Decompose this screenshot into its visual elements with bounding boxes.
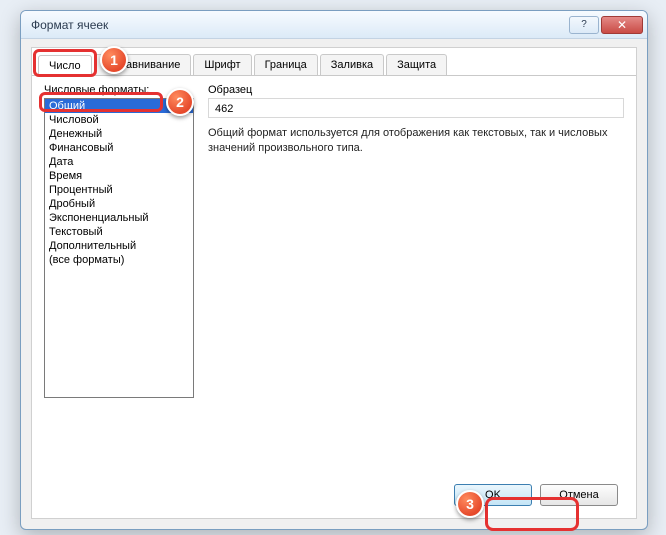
list-item[interactable]: Экспоненциальный <box>45 211 193 225</box>
annotation-badge: 3 <box>456 490 484 518</box>
tab-font[interactable]: Шрифт <box>193 54 251 75</box>
list-item[interactable]: Дробный <box>45 197 193 211</box>
help-button[interactable]: ? <box>569 16 599 34</box>
list-item-label: Дробный <box>49 198 95 210</box>
format-description: Общий формат используется для отображени… <box>208 126 618 156</box>
annotation-badge: 1 <box>100 46 128 74</box>
tab-label: Заливка <box>331 59 373 71</box>
tab-label: Защита <box>397 59 436 71</box>
sample-value: 462 <box>208 98 624 118</box>
cancel-button[interactable]: Отмена <box>540 484 618 506</box>
button-label: OK <box>485 489 501 501</box>
tab-label: Граница <box>265 59 307 71</box>
button-label: Отмена <box>559 489 598 501</box>
sample-label: Образец <box>208 84 624 96</box>
list-item-label: Текстовый <box>49 226 103 238</box>
close-icon: ✕ <box>617 18 627 32</box>
tab-number[interactable]: Число <box>38 55 92 76</box>
list-item-label: Денежный <box>49 128 102 140</box>
list-item-label: Экспоненциальный <box>49 212 149 224</box>
list-item-label: Дополнительный <box>49 240 136 252</box>
tab-border[interactable]: Граница <box>254 54 318 75</box>
client-area: Число Выравнивание Шрифт Граница Заливка… <box>31 47 637 519</box>
list-item[interactable]: Денежный <box>45 127 193 141</box>
help-icon: ? <box>581 19 587 30</box>
tab-content: Числовые форматы: Общий Числовой Денежны… <box>32 76 636 406</box>
tab-label: Шрифт <box>204 59 240 71</box>
list-item-label: Финансовый <box>49 142 113 154</box>
format-column: Числовые форматы: Общий Числовой Денежны… <box>44 84 194 398</box>
list-item[interactable]: Дополнительный <box>45 239 193 253</box>
tab-fill[interactable]: Заливка <box>320 54 384 75</box>
list-item[interactable]: Финансовый <box>45 141 193 155</box>
close-button[interactable]: ✕ <box>601 16 643 34</box>
formats-listbox[interactable]: Общий Числовой Денежный Финансовый Дата … <box>44 98 194 398</box>
list-item-label: Числовой <box>49 114 99 126</box>
window-title: Формат ячеек <box>31 18 567 32</box>
tab-protection[interactable]: Защита <box>386 54 447 75</box>
list-item[interactable]: (все форматы) <box>45 253 193 267</box>
list-item-label: (все форматы) <box>49 254 124 266</box>
preview-column: Образец 462 Общий формат используется дл… <box>208 84 624 398</box>
list-item-label: Общий <box>49 100 85 112</box>
dialog-window: Формат ячеек ? ✕ Число Выравнивание Шриф… <box>20 10 648 530</box>
list-item-label: Время <box>49 170 82 182</box>
list-item[interactable]: Текстовый <box>45 225 193 239</box>
list-item[interactable]: Дата <box>45 155 193 169</box>
list-item[interactable]: Процентный <box>45 183 193 197</box>
list-item-label: Процентный <box>49 184 113 196</box>
list-item[interactable]: Время <box>45 169 193 183</box>
list-item-label: Дата <box>49 156 73 168</box>
list-item[interactable]: Числовой <box>45 113 193 127</box>
titlebar: Формат ячеек ? ✕ <box>21 11 647 39</box>
annotation-badge: 2 <box>166 88 194 116</box>
tab-label: Число <box>49 60 81 72</box>
